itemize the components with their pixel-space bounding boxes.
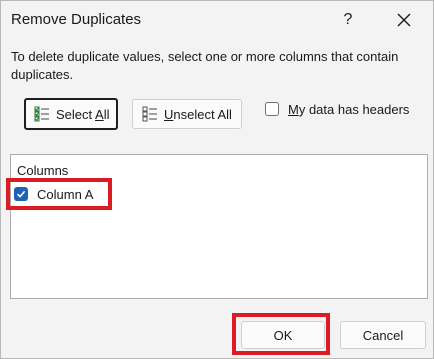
select-all-icon	[34, 106, 49, 122]
list-item[interactable]: Column A	[14, 183, 93, 205]
select-all-button[interactable]: Select All	[24, 98, 118, 130]
unselect-all-button[interactable]: Unselect All	[132, 99, 242, 129]
column-a-label: Column A	[37, 186, 94, 202]
close-icon	[397, 13, 411, 27]
remove-duplicates-dialog: Remove Duplicates ? To delete duplicate …	[0, 0, 434, 359]
help-icon: ?	[343, 11, 353, 28]
ok-label: OK	[273, 327, 293, 343]
ok-button[interactable]: OK	[241, 321, 325, 349]
close-button[interactable]	[389, 5, 419, 35]
unselect-all-label: Unselect All	[164, 106, 232, 122]
title-bar: Remove Duplicates ?	[1, 1, 433, 39]
cancel-button[interactable]: Cancel	[340, 321, 426, 349]
headers-checkbox[interactable]	[265, 102, 279, 116]
column-a-checkbox[interactable]	[14, 187, 28, 201]
unselect-all-icon	[142, 106, 157, 122]
cancel-label: Cancel	[362, 327, 404, 343]
columns-list[interactable]: Columns Column A	[10, 154, 428, 299]
instruction-text: To delete duplicate values, select one o…	[11, 49, 399, 82]
columns-header: Columns	[17, 163, 69, 178]
headers-checkbox-label: My data has headers	[288, 101, 410, 117]
dialog-title: Remove Duplicates	[11, 11, 142, 28]
checkmark-icon	[16, 190, 26, 198]
help-button[interactable]: ?	[333, 5, 363, 35]
select-all-label: Select All	[56, 106, 110, 122]
headers-checkbox-row[interactable]: My data has headers	[265, 100, 409, 118]
